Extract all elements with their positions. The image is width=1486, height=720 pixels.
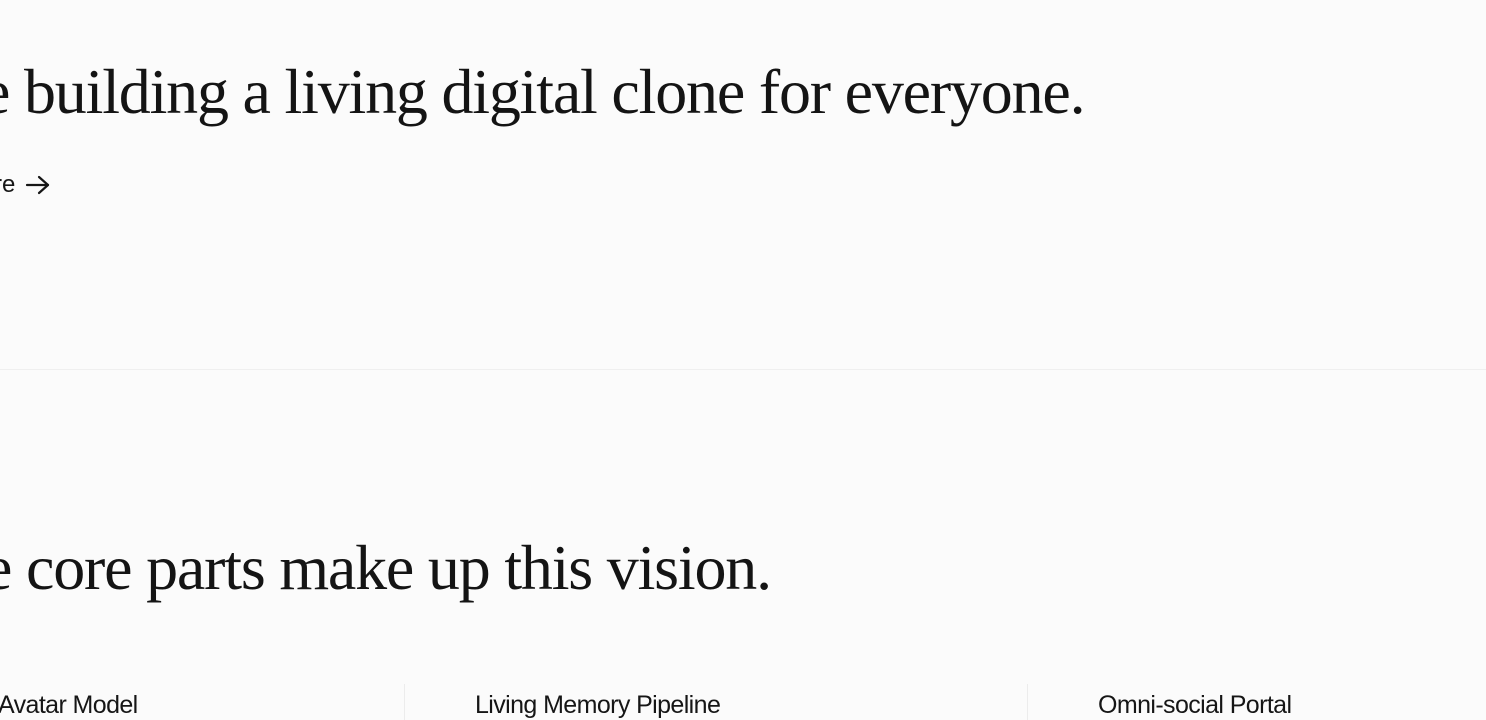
core-parts-row: Avatar Model Living Memory Pipeline Omni…: [0, 684, 1486, 720]
section-divider: [0, 369, 1486, 370]
part-living-memory-pipeline[interactable]: Living Memory Pipeline: [475, 690, 721, 720]
vision-headline: e core parts make up this vision.: [0, 532, 772, 603]
column-divider: [1027, 684, 1028, 720]
hero-headline: e building a living digital clone for ev…: [0, 56, 1086, 127]
column-divider: [404, 684, 405, 720]
part-omni-social-portal[interactable]: Omni-social Portal: [1098, 690, 1292, 720]
learn-more-label: re: [0, 171, 16, 198]
learn-more-link[interactable]: re: [0, 170, 51, 200]
part-avatar-model[interactable]: Avatar Model: [0, 690, 138, 720]
arrow-right-icon: [25, 174, 51, 196]
